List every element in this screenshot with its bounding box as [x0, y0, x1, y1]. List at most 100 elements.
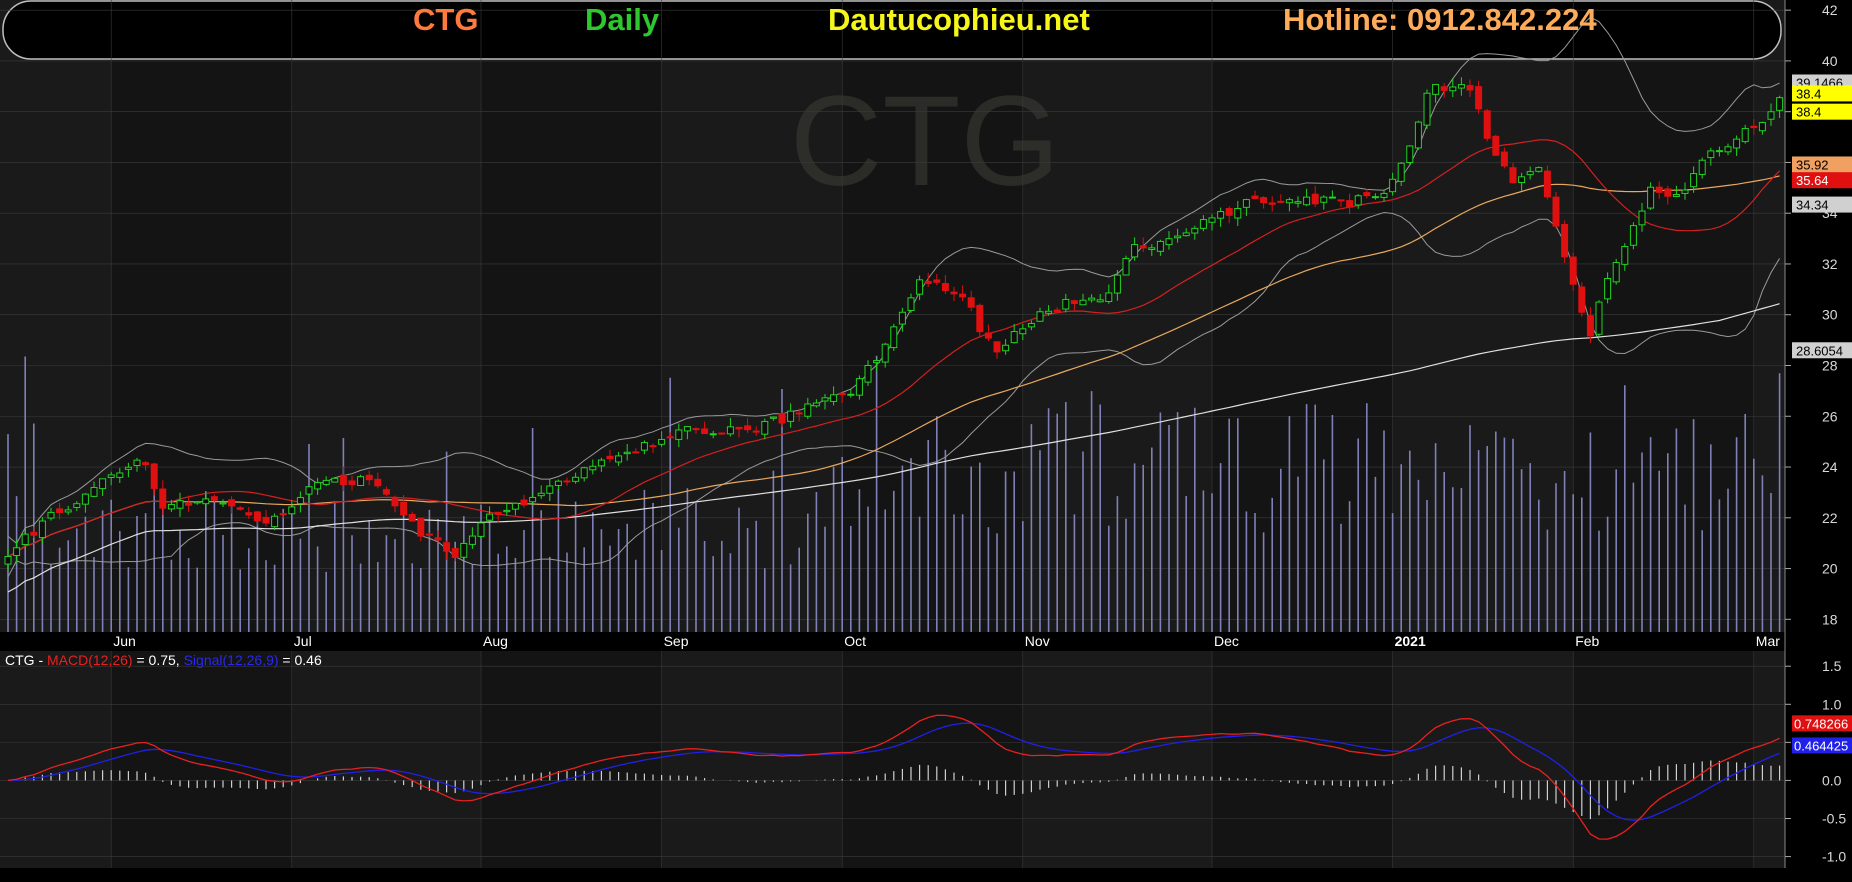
- date-tick-label: Sep: [664, 633, 689, 649]
- candle-up: [1389, 178, 1397, 193]
- date-tick-label: Feb: [1575, 633, 1599, 649]
- candle-up: [1328, 196, 1336, 199]
- candle-down: [382, 489, 390, 495]
- candle-up: [1758, 122, 1766, 132]
- macd-tick-label: -0.5: [1822, 811, 1846, 827]
- price-label-text: 34.34: [1796, 198, 1829, 213]
- candle-down: [967, 297, 975, 308]
- candle-up: [503, 509, 511, 513]
- candle-down: [434, 537, 442, 541]
- candle-up: [1397, 162, 1405, 182]
- price-tick-label: 28: [1822, 357, 1838, 373]
- candle-down: [1509, 167, 1517, 184]
- date-tick-label: Jul: [294, 633, 312, 649]
- candle-up: [1423, 92, 1431, 126]
- candle-down: [563, 480, 571, 483]
- candle-down: [744, 425, 752, 431]
- macd-panel-band: [661, 651, 843, 868]
- macd-panel-band: [291, 651, 481, 868]
- candle-up: [107, 474, 115, 478]
- candle-up: [597, 459, 605, 467]
- candle-up: [1432, 83, 1440, 95]
- candle-down: [1260, 197, 1268, 204]
- candle-up: [322, 479, 330, 485]
- symbol-watermark: CTG: [790, 70, 1060, 213]
- candle-up: [1131, 244, 1139, 258]
- candle-up: [1182, 232, 1190, 237]
- macd-legend-signal-value: = 0.46: [279, 652, 322, 668]
- macd-tick-label: 0.0: [1822, 772, 1842, 788]
- candle-up: [1595, 301, 1603, 335]
- candle-up: [916, 279, 924, 295]
- candle-up: [1733, 138, 1741, 149]
- candle-down: [1070, 300, 1078, 304]
- candle-down: [1251, 195, 1259, 199]
- candle-up: [1715, 150, 1723, 153]
- candle-up: [589, 465, 597, 471]
- candle-up: [640, 442, 648, 451]
- candle-down: [1311, 193, 1319, 205]
- candle-down: [30, 531, 38, 536]
- candle-down: [778, 412, 786, 424]
- candle-up: [305, 486, 313, 495]
- candle-up: [881, 343, 889, 363]
- candle-up: [486, 513, 494, 521]
- price-tick-label: 40: [1822, 53, 1838, 69]
- price-label-text: 38.4: [1796, 86, 1821, 101]
- candle-down: [701, 428, 709, 435]
- candle-up: [73, 503, 81, 508]
- candle-up: [761, 420, 769, 435]
- candle-down: [1053, 309, 1061, 313]
- candle-down: [1561, 223, 1569, 258]
- candle-down: [752, 430, 760, 433]
- candle-up: [1105, 292, 1113, 302]
- candle-up: [855, 378, 863, 396]
- candle-up: [1294, 201, 1302, 204]
- candle-down: [933, 279, 941, 283]
- candle-down: [1466, 85, 1474, 91]
- candle-up: [1526, 171, 1534, 176]
- candle-up: [864, 364, 872, 383]
- candle-up: [537, 492, 545, 497]
- candle-down: [1268, 202, 1276, 205]
- candle-down: [1277, 200, 1285, 203]
- candle-up: [13, 547, 21, 556]
- candle-up: [1303, 196, 1311, 206]
- candle-up: [468, 535, 476, 545]
- candle-up: [787, 410, 795, 422]
- candle-down: [1492, 135, 1500, 156]
- candle-down: [1569, 256, 1577, 285]
- candle-up: [1096, 299, 1104, 303]
- candle-down: [451, 548, 459, 558]
- candle-up: [1698, 159, 1706, 175]
- candle-down: [941, 283, 949, 292]
- date-tick-label: 2021: [1395, 633, 1426, 649]
- candle-up: [529, 496, 537, 503]
- candle-up: [331, 477, 339, 483]
- candle-up: [1724, 146, 1732, 153]
- macd-panel-band: [481, 651, 662, 868]
- price-tick-label: 22: [1822, 510, 1838, 526]
- candle-up: [1371, 196, 1379, 199]
- candle-down: [795, 412, 803, 415]
- candle-up: [1741, 127, 1749, 143]
- candle-up: [21, 533, 29, 546]
- macd-panel-band: [1392, 651, 1574, 868]
- candle-up: [1199, 219, 1207, 229]
- candle-up: [1647, 186, 1655, 209]
- candle-up: [1672, 194, 1680, 197]
- candle-up: [47, 511, 55, 519]
- candle-down: [666, 436, 674, 439]
- candle-down: [1363, 192, 1371, 197]
- candle-up: [4, 555, 12, 565]
- header-site: Dautucophieu.net: [828, 2, 1090, 37]
- macd-label-text: 0.464425: [1794, 738, 1848, 753]
- candle-up: [1380, 192, 1388, 198]
- candle-up: [1320, 196, 1328, 203]
- candle-up: [1165, 238, 1173, 246]
- candle-up: [554, 480, 562, 486]
- candle-up: [1414, 121, 1422, 149]
- stock-chart: CTG 18202224262830323436384042 JunJulAug…: [0, 0, 1852, 882]
- candle-up: [1535, 167, 1543, 172]
- candle-up: [1113, 274, 1121, 294]
